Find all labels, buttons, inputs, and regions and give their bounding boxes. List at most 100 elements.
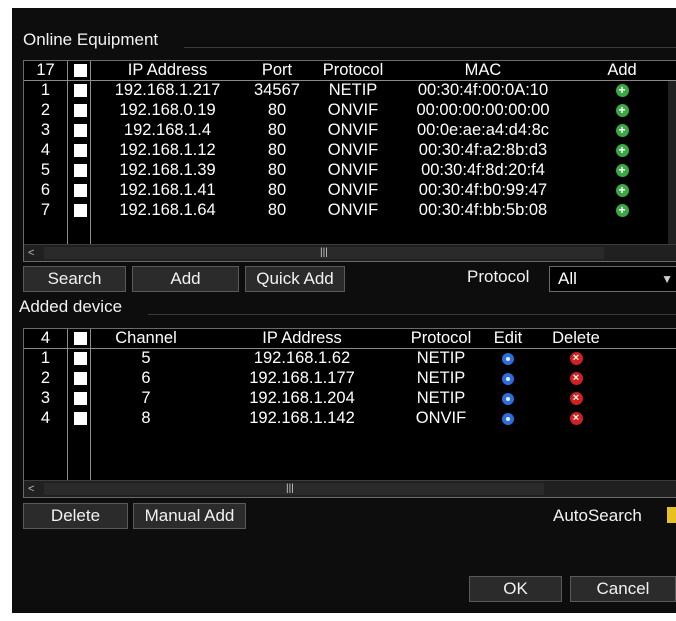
row-number: 1 <box>40 349 51 367</box>
protocol-select-value: All <box>558 269 577 288</box>
scroll-left-icon[interactable]: < <box>28 481 34 497</box>
scroll-left-icon[interactable]: < <box>28 245 34 261</box>
table-row[interactable]: 2 192.168.0.19 80 ONVIF 00:00:00:00:00:0… <box>24 101 676 121</box>
delete-button[interactable]: Delete <box>23 503 128 529</box>
vertical-scrollbar[interactable] <box>668 81 676 245</box>
gear-icon[interactable] <box>502 352 514 365</box>
row-ip: 192.168.1.4 <box>123 121 212 139</box>
search-button[interactable]: Search <box>23 266 126 292</box>
added-device-table: 4 Channel IP Address Protocol Edit Delet… <box>23 328 676 498</box>
header-channel[interactable]: Channel <box>90 329 202 348</box>
row-number: 6 <box>40 181 51 199</box>
grip-icon: ||| <box>320 247 328 258</box>
row-ip: 192.168.0.19 <box>119 101 216 119</box>
row-ip: 192.168.1.142 <box>249 409 355 427</box>
row-checkbox[interactable] <box>74 372 87 385</box>
row-channel: 6 <box>141 369 151 387</box>
row-checkbox[interactable] <box>74 412 87 425</box>
header-port[interactable]: Port <box>245 61 309 80</box>
plus-circle-icon[interactable]: + <box>615 124 629 138</box>
row-port: 80 <box>267 181 287 199</box>
added-count: 4 <box>40 329 51 347</box>
chevron-down-icon: ▼ <box>661 272 673 286</box>
row-protocol: ONVIF <box>327 161 379 179</box>
row-checkbox[interactable] <box>74 184 87 197</box>
title-rule <box>148 314 676 315</box>
add-button[interactable]: Add <box>132 266 239 292</box>
x-circle-icon[interactable]: × <box>569 392 583 406</box>
row-checkbox[interactable] <box>74 204 87 217</box>
header-add: Add <box>607 61 637 79</box>
plus-circle-icon[interactable]: + <box>615 84 629 98</box>
ok-button[interactable]: OK <box>469 576 562 602</box>
row-checkbox[interactable] <box>74 84 87 97</box>
row-checkbox[interactable] <box>74 124 87 137</box>
row-checkbox[interactable] <box>74 164 87 177</box>
row-protocol: ONVIF <box>327 141 379 159</box>
table-row[interactable]: 3 192.168.1.4 80 ONVIF 00:0e:ae:a4:d4:8c… <box>24 121 676 141</box>
online-equipment-table: 17 IP Address Port Protocol MAC Add 1 19… <box>23 60 676 262</box>
table-row[interactable]: 6 192.168.1.41 80 ONVIF 00:30:4f:b0:99:4… <box>24 181 676 201</box>
table-row[interactable]: 3 7 192.168.1.204 NETIP × <box>24 389 676 409</box>
select-all-checkbox[interactable] <box>74 64 87 77</box>
table-row[interactable]: 1 5 192.168.1.62 NETIP × <box>24 349 676 369</box>
table-row[interactable]: 5 192.168.1.39 80 ONVIF 00:30:4f:8d:20:f… <box>24 161 676 181</box>
protocol-filter-label: Protocol <box>467 267 530 286</box>
autosearch-checkbox[interactable] <box>667 507 676 523</box>
header-ip-address[interactable]: IP Address <box>202 329 402 348</box>
table-row[interactable]: 4 192.168.1.12 80 ONVIF 00:30:4f:a2:8b:d… <box>24 141 676 161</box>
manual-add-button[interactable]: Manual Add <box>133 503 246 529</box>
row-number: 3 <box>40 121 51 139</box>
online-equipment-title: Online Equipment <box>23 30 159 49</box>
row-number: 2 <box>40 101 51 119</box>
header-ip-address[interactable]: IP Address <box>90 61 245 80</box>
online-count: 17 <box>36 61 55 79</box>
select-all-checkbox[interactable] <box>74 332 87 345</box>
horizontal-scrollbar[interactable]: < ||| <box>24 480 676 497</box>
plus-circle-icon[interactable]: + <box>615 184 629 198</box>
row-mac: 00:30:4f:8d:20:f4 <box>421 161 545 179</box>
x-circle-icon[interactable]: × <box>569 352 583 366</box>
row-mac: 00:30:4f:bb:5b:08 <box>418 201 548 219</box>
table-row[interactable]: 2 6 192.168.1.177 NETIP × <box>24 369 676 389</box>
plus-circle-icon[interactable]: + <box>615 204 629 218</box>
row-ip: 192.168.1.217 <box>114 81 221 99</box>
row-ip: 192.168.1.204 <box>249 389 355 407</box>
table-row[interactable]: 4 8 192.168.1.142 ONVIF × <box>24 409 676 429</box>
row-number: 3 <box>40 389 51 407</box>
x-circle-icon[interactable]: × <box>569 372 583 386</box>
gear-icon[interactable] <box>502 412 514 425</box>
row-checkbox[interactable] <box>74 104 87 117</box>
protocol-select[interactable]: All ▼ <box>549 266 676 292</box>
plus-circle-icon[interactable]: + <box>615 104 629 118</box>
gear-icon[interactable] <box>502 392 514 405</box>
plus-circle-icon[interactable]: + <box>615 164 629 178</box>
plus-circle-icon[interactable]: + <box>615 144 629 158</box>
row-port: 80 <box>267 201 287 219</box>
table-row[interactable]: 7 192.168.1.64 80 ONVIF 00:30:4f:bb:5b:0… <box>24 201 676 221</box>
row-mac: 00:00:00:00:00:00 <box>416 101 550 119</box>
horizontal-scrollbar[interactable]: < ||| <box>24 244 676 261</box>
table-row[interactable]: 1 192.168.1.217 34567 NETIP 00:30:4f:00:… <box>24 81 676 101</box>
row-protocol: NETIP <box>416 349 466 367</box>
header-mac[interactable]: MAC <box>397 61 569 80</box>
quick-add-button[interactable]: Quick Add <box>245 266 345 292</box>
header-protocol[interactable]: Protocol <box>309 61 397 80</box>
scrollbar-thumb[interactable] <box>44 483 544 495</box>
cancel-button[interactable]: Cancel <box>570 576 676 602</box>
row-number: 7 <box>40 201 51 219</box>
row-checkbox[interactable] <box>74 144 87 157</box>
gear-icon[interactable] <box>502 372 514 385</box>
row-protocol: ONVIF <box>327 201 379 219</box>
row-protocol: ONVIF <box>327 121 379 139</box>
row-ip: 192.168.1.39 <box>119 161 216 179</box>
row-number: 2 <box>40 369 51 387</box>
row-checkbox[interactable] <box>74 392 87 405</box>
x-circle-icon[interactable]: × <box>569 412 583 426</box>
autosearch-label: AutoSearch <box>553 506 642 525</box>
row-number: 5 <box>40 161 51 179</box>
row-channel: 7 <box>141 389 151 407</box>
header-protocol[interactable]: Protocol <box>402 329 480 348</box>
row-checkbox[interactable] <box>74 352 87 365</box>
row-protocol: ONVIF <box>327 101 379 119</box>
